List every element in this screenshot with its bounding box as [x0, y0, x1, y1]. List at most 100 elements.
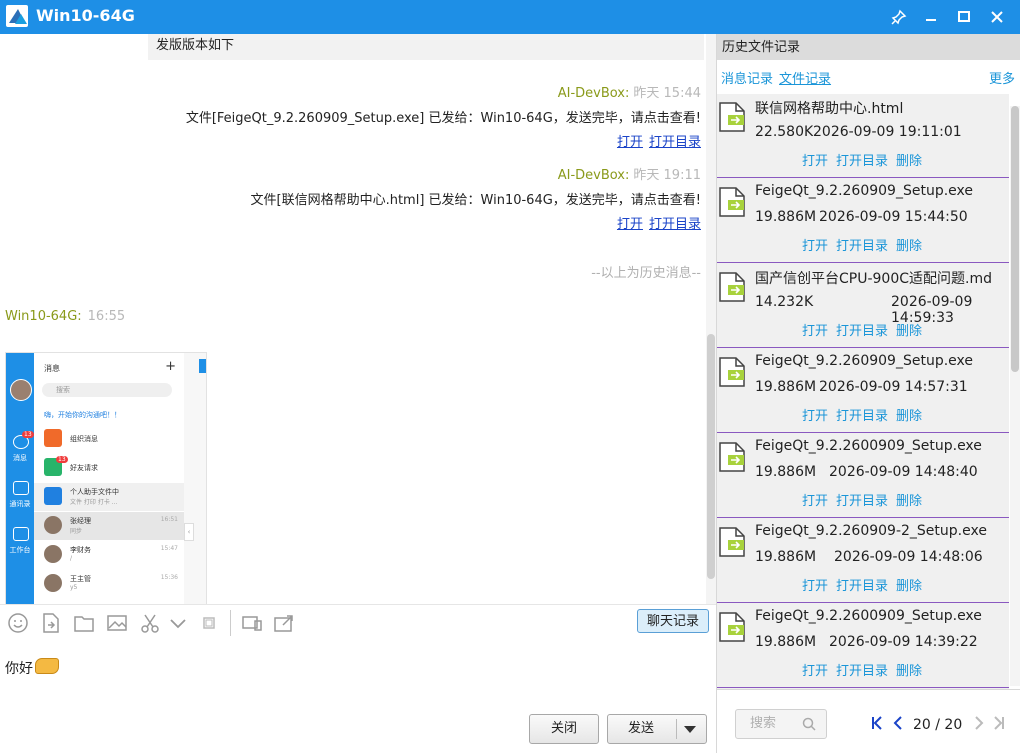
send-button[interactable]: 发送 [607, 714, 707, 744]
chat-pane: 发版版本如下 AI-DevBox: 昨天 15:44 文件[FeigeQt_9.2… [0, 34, 716, 753]
message-header: AI-DevBox: 昨天 19:11 [558, 164, 701, 183]
file-date: 2026-09-09 14:48:40 [829, 464, 978, 480]
delete-link[interactable]: 删除 [896, 154, 922, 169]
panel-tabs: 消息记录 文件记录 [721, 68, 837, 87]
panel-footer: 搜索 20 / 20 [717, 689, 1020, 753]
open-dir-link[interactable]: 打开目录 [649, 217, 701, 232]
message-links: 打开 打开目录 [611, 131, 701, 150]
title-bar: Win10-64G [0, 0, 1020, 34]
delete-link[interactable]: 删除 [896, 409, 922, 424]
app-logo-icon [6, 5, 28, 27]
file-record-card[interactable]: 联信网格帮助中心.html 22.580K 2026-09-09 19:11:01 打… [717, 94, 1009, 178]
item-name: 好友请求 [70, 464, 98, 472]
file-record-card[interactable]: FeigeQt_9.2.2600909_Setup.exe 19.886M 2026… [717, 604, 1009, 688]
item-name: 个人助手文件中 [70, 488, 119, 496]
maximize-button[interactable] [953, 6, 975, 28]
item-time: 15:47 [160, 545, 178, 552]
file-icon [719, 527, 745, 557]
send-options-chevron-icon[interactable] [684, 726, 696, 733]
open-file-link[interactable]: 打开 [802, 239, 828, 254]
avatar [44, 545, 62, 563]
file-record-card[interactable]: 国产信创平台CPU-900C适配问题.md 14.232K 2026-09-09 1… [717, 264, 1009, 348]
file-record-card[interactable]: FeigeQt_9.2.260909_Setup.exe 19.886M 2026-… [717, 349, 1009, 433]
open-dir-link[interactable]: 打开目录 [836, 409, 888, 424]
image-icon[interactable] [106, 612, 128, 634]
history-icon[interactable] [198, 612, 220, 634]
folder-icon[interactable] [73, 612, 95, 634]
file-size: 19.886M [755, 549, 817, 565]
file-icon [719, 442, 745, 472]
open-dir-link[interactable]: 打开目录 [836, 239, 888, 254]
side-label: 消息 [13, 454, 27, 462]
my-message-header: Win10-64G: 16:55 [5, 309, 125, 324]
contacts-icon [13, 481, 29, 495]
delete-link[interactable]: 删除 [896, 494, 922, 509]
list-item: 李财务/ 15:47 [34, 541, 184, 569]
first-page-icon[interactable] [871, 716, 883, 734]
screen-share-icon[interactable] [273, 612, 295, 634]
file-record-card[interactable]: FeigeQt_9.2.2600909_Setup.exe 19.886M 2026… [717, 434, 1009, 518]
open-link[interactable]: 打开 [617, 135, 643, 150]
item-time: 15:36 [160, 574, 178, 581]
open-link[interactable]: 打开 [617, 217, 643, 232]
next-page-icon[interactable] [974, 716, 984, 734]
search-input[interactable]: 搜索 [735, 709, 827, 739]
chat-scrollbar[interactable] [706, 34, 716, 604]
file-name: FeigeQt_9.2.2600909_Setup.exe [755, 608, 982, 624]
file-list-scrollbar[interactable] [1010, 106, 1020, 686]
unread-badge: 13 [56, 456, 68, 463]
delete-link[interactable]: 删除 [896, 324, 922, 339]
send-divider [676, 719, 677, 739]
close-button[interactable]: 关闭 [529, 714, 599, 744]
item-name: 李财务 [70, 546, 91, 554]
item-time: 16:51 [160, 516, 178, 523]
open-dir-link[interactable]: 打开目录 [836, 579, 888, 594]
file-record-card[interactable]: FeigeQt_9.2.260909-2_Setup.exe 19.886M 202… [717, 519, 1009, 603]
screenshot-chip [199, 359, 206, 373]
more-link[interactable]: 更多 [989, 68, 1015, 87]
emoji-icon[interactable] [7, 612, 29, 634]
file-icon [719, 357, 745, 387]
open-dir-link[interactable]: 打开目录 [649, 135, 701, 150]
open-dir-link[interactable]: 打开目录 [836, 664, 888, 679]
chevron-left-icon: ‹ [184, 523, 194, 541]
open-dir-link[interactable]: 打开目录 [836, 154, 888, 169]
open-file-link[interactable]: 打开 [802, 579, 828, 594]
file-record-card[interactable]: FeigeQt_9.2.260909_Setup.exe 19.886M 2026-… [717, 179, 1009, 263]
delete-link[interactable]: 删除 [896, 664, 922, 679]
tab-file-records[interactable]: 文件记录 [779, 72, 831, 87]
remote-desktop-icon[interactable] [241, 612, 263, 634]
open-file-link[interactable]: 打开 [802, 664, 828, 679]
delete-link[interactable]: 删除 [896, 239, 922, 254]
scrollbar-thumb[interactable] [707, 334, 715, 579]
last-page-icon[interactable] [993, 716, 1005, 734]
open-file-link[interactable]: 打开 [802, 324, 828, 339]
open-file-link[interactable]: 打开 [802, 494, 828, 509]
file-icon [719, 272, 745, 302]
minimize-button[interactable] [920, 6, 942, 28]
tab-message-records[interactable]: 消息记录 [721, 72, 773, 87]
prev-page-icon[interactable] [893, 716, 903, 734]
file-icon [719, 187, 745, 217]
open-dir-link[interactable]: 打开目录 [836, 324, 888, 339]
screenshot-icon[interactable] [139, 612, 161, 634]
send-label: 发送 [628, 721, 655, 736]
unread-badge: 13 [22, 431, 34, 438]
send-file-icon[interactable] [40, 612, 62, 634]
file-actions: 打开 打开目录 删除 [802, 405, 930, 424]
delete-link[interactable]: 删除 [896, 579, 922, 594]
chevron-down-icon[interactable] [167, 612, 189, 634]
open-file-link[interactable]: 打开 [802, 154, 828, 169]
shared-screenshot-image[interactable]: 13 消息 通讯录 工作台 消息 + 搜索 嗨，开始你的沟通吧！！ 组织消息 1… [5, 352, 207, 604]
chat-history-area: 发版版本如下 AI-DevBox: 昨天 15:44 文件[FeigeQt_9.2… [0, 34, 704, 604]
close-window-button[interactable] [986, 6, 1008, 28]
pin-icon[interactable] [888, 6, 910, 28]
file-actions: 打开 打开目录 删除 [802, 150, 930, 169]
chat-history-button[interactable]: 聊天记录 [637, 609, 709, 633]
file-icon [719, 612, 745, 642]
open-dir-link[interactable]: 打开目录 [836, 494, 888, 509]
toolbar-divider [230, 610, 231, 636]
message-input[interactable]: 你好 [5, 658, 59, 678]
open-file-link[interactable]: 打开 [802, 409, 828, 424]
scrollbar-thumb[interactable] [1011, 106, 1019, 372]
